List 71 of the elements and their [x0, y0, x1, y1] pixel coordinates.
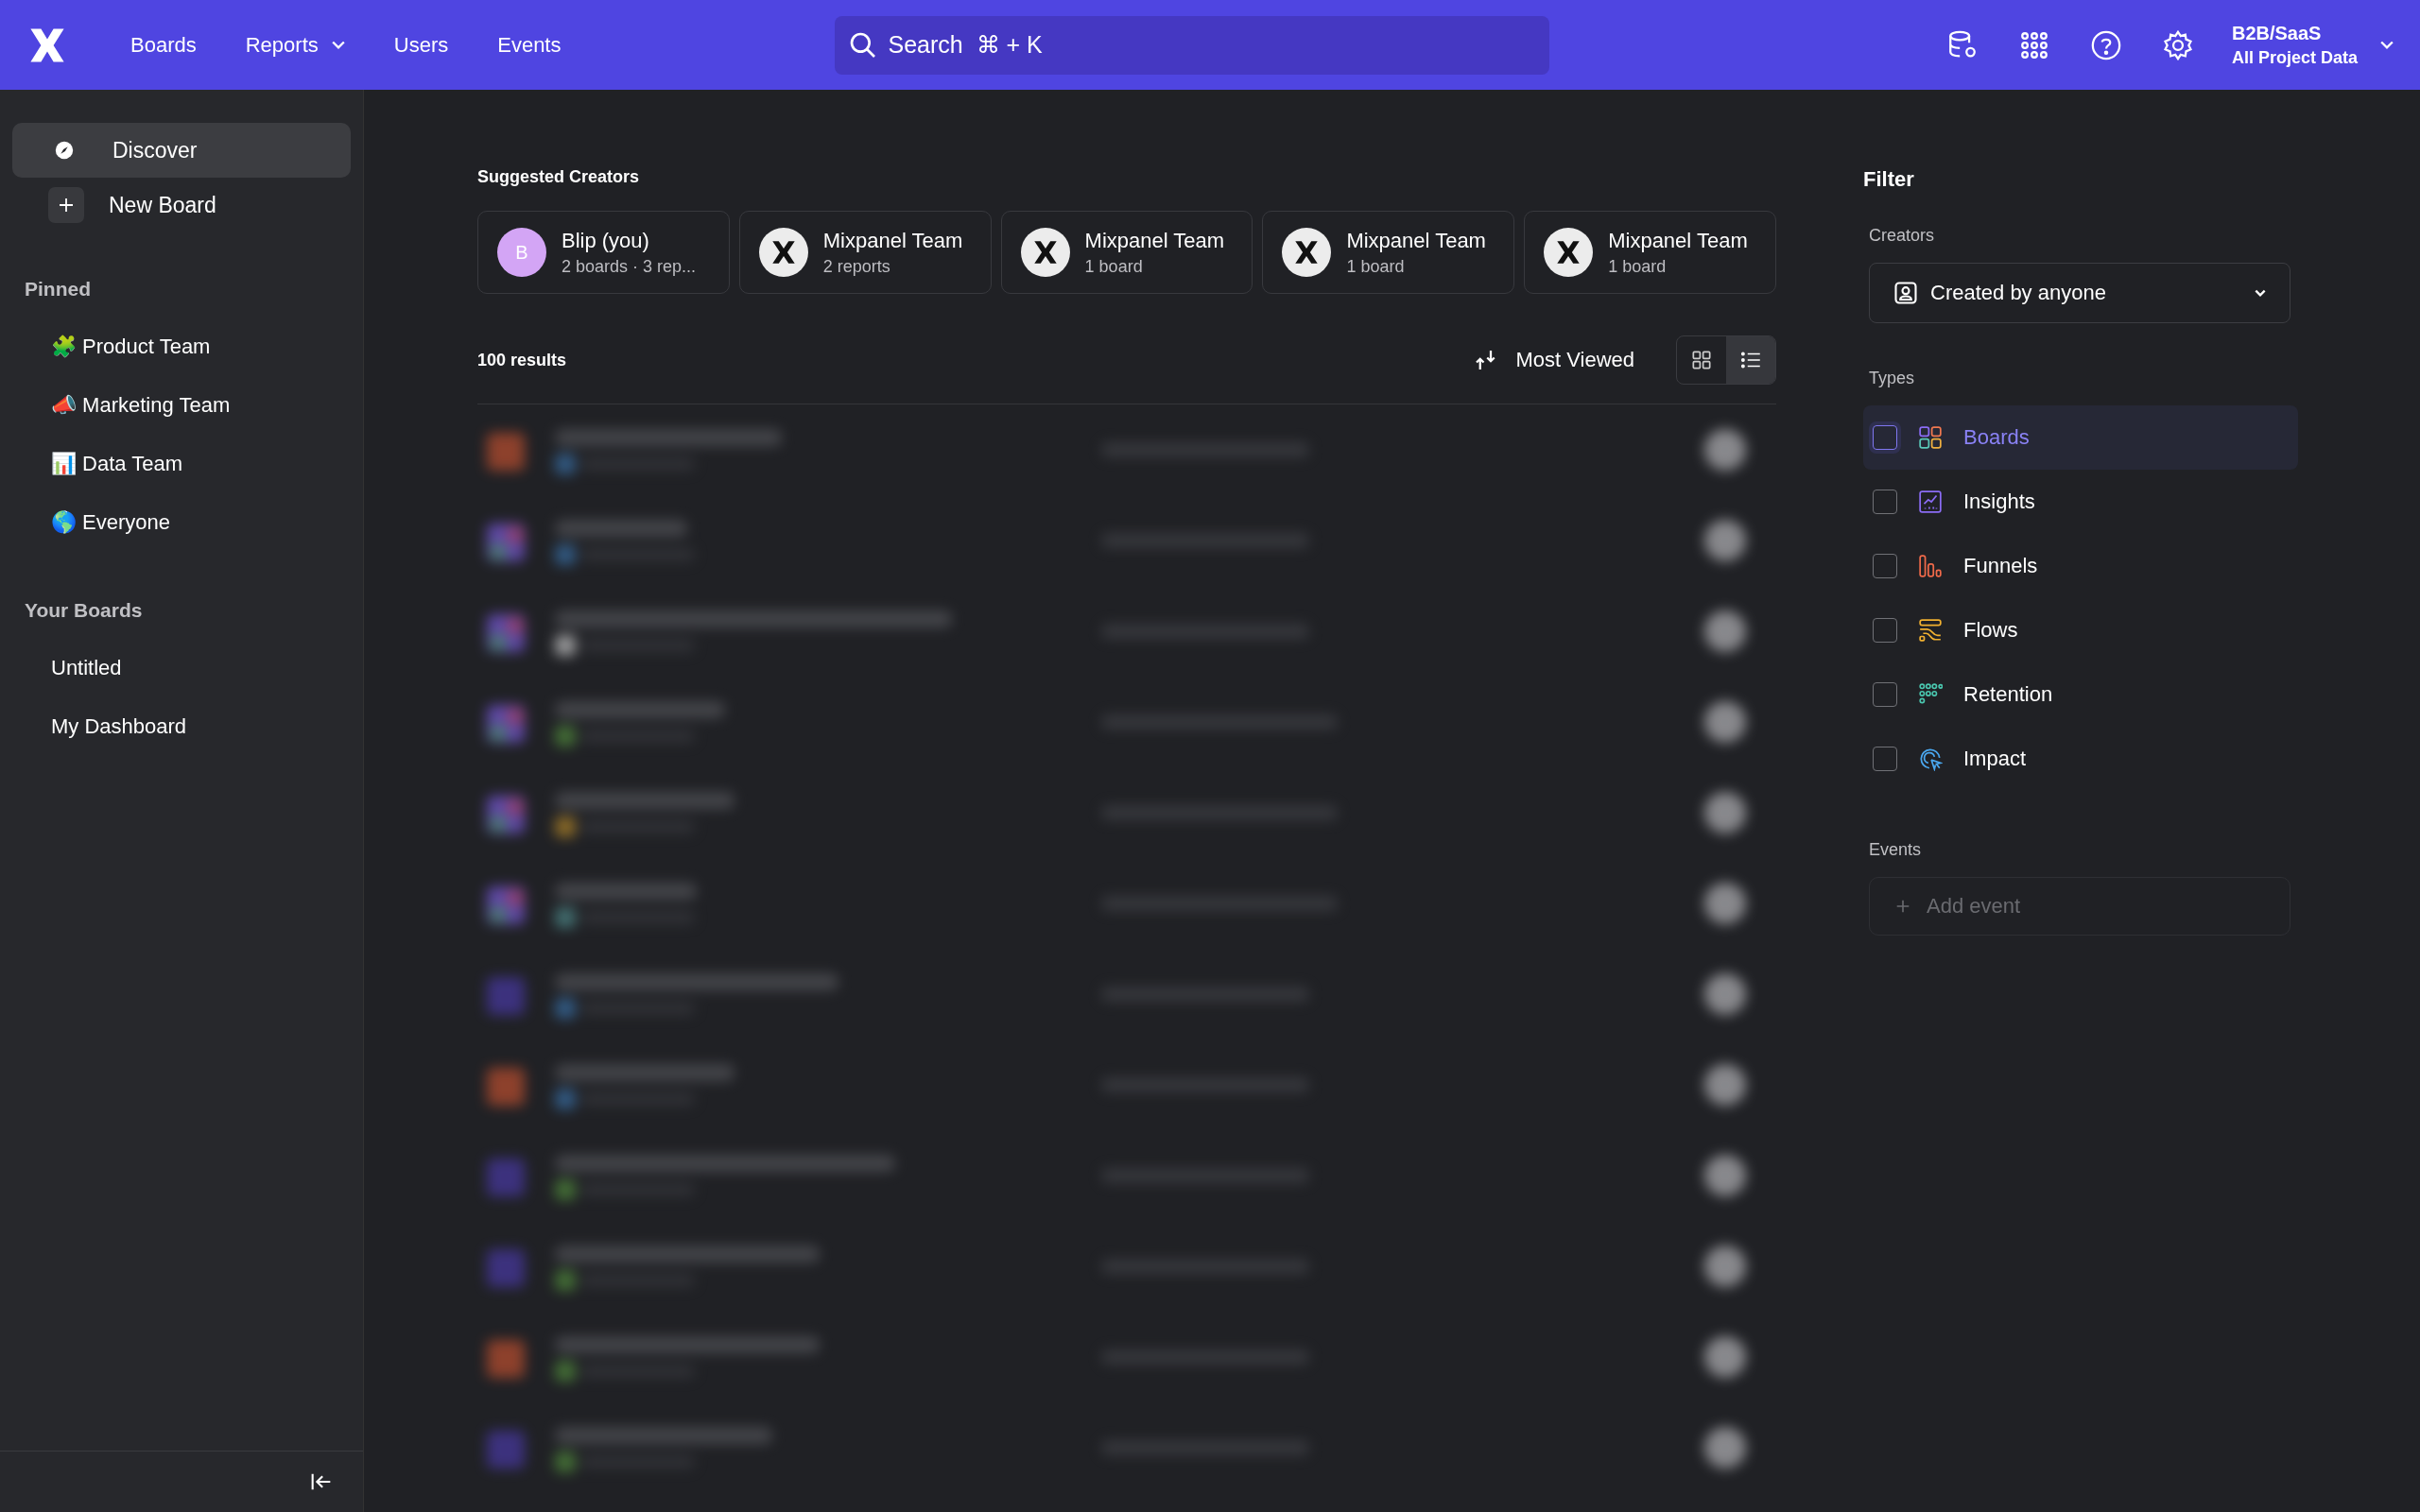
creator-card[interactable]: B Blip (you) 2 boards · 3 rep... [477, 211, 730, 294]
target-cursor-icon [1918, 747, 1943, 771]
sidebar-item[interactable]: 🧩 Product Team [12, 323, 351, 370]
type-option[interactable]: Insights [1863, 470, 2298, 534]
creator-name: Mixpanel Team [822, 228, 963, 253]
person-icon [1893, 280, 1919, 306]
creators-dropdown[interactable]: Created by anyone [1869, 263, 2290, 323]
field-label: Creators [1868, 226, 1936, 246]
logo-icon [1282, 228, 1332, 277]
field-label: Events [1868, 840, 1923, 860]
type-option[interactable]: Impact [1863, 727, 2298, 791]
nav-link[interactable]: Users [369, 32, 474, 58]
creator-card[interactable]: Mixpanel Team 1 board [1000, 211, 1253, 294]
logo-icon [758, 228, 808, 277]
avatar: B [497, 228, 546, 277]
compass-icon [54, 140, 75, 161]
creator-detail: 1 board [1084, 256, 1144, 277]
type-option[interactable]: Funnels [1863, 534, 2298, 598]
sidebar-item[interactable]: Discover [12, 123, 351, 178]
section-heading: Pinned [24, 277, 92, 301]
type-option[interactable]: Flows [1863, 598, 2298, 662]
type-option[interactable]: Retention [1863, 662, 2298, 727]
creator-detail: 1 board [1346, 256, 1406, 277]
creator-name: Mixpanel Team [1608, 228, 1748, 253]
search-field[interactable]: Search ⌘ + K [835, 15, 1550, 75]
creator-card[interactable]: Mixpanel Team 2 reports [738, 211, 992, 294]
panel-title: Filter [1863, 167, 1915, 192]
checkbox[interactable] [1873, 747, 1897, 771]
type-option[interactable]: Boards [1863, 405, 2298, 470]
bar-chart-icon [1918, 554, 1943, 578]
checkbox[interactable] [1873, 682, 1897, 707]
settings-icon[interactable] [2161, 28, 2194, 61]
plus-icon [1894, 898, 1911, 915]
logo-icon [1020, 228, 1070, 277]
sidebar-item[interactable]: 📣 Marketing Team [12, 382, 351, 429]
nav-link[interactable]: Reports [220, 32, 370, 58]
project-switcher[interactable]: B2B/SaaS All Project Data [2231, 22, 2394, 68]
creator-card[interactable]: Mixpanel Team 1 board [1262, 211, 1515, 294]
field-label: Types [1868, 369, 1916, 388]
creator-name: Blip (you) [562, 228, 650, 253]
sidebar-item[interactable]: 📊 Data Team [12, 440, 351, 488]
flow-icon [1918, 618, 1943, 643]
creator-detail: 2 reports [822, 256, 891, 277]
sidebar-item[interactable]: New Board [12, 178, 351, 232]
grid-icon [1918, 425, 1943, 450]
line-chart-icon [1918, 490, 1943, 514]
list-view-button[interactable] [1726, 336, 1775, 384]
creator-detail: 2 boards · 3 rep... [562, 256, 697, 277]
section-heading: Suggested Creators [477, 167, 641, 187]
logo-icon [1544, 228, 1594, 277]
caret-icon [331, 40, 345, 50]
sort-button[interactable]: Most Viewed [1472, 346, 1634, 374]
creator-detail: 1 board [1608, 256, 1668, 277]
results-count: 100 results [477, 350, 567, 370]
sidebar-item[interactable]: 🌎 Everyone [12, 499, 351, 546]
creator-name: Mixpanel Team [1084, 228, 1225, 253]
sidebar-item[interactable]: Untitled [12, 644, 351, 692]
checkbox[interactable] [1873, 490, 1897, 514]
plus-icon [48, 187, 84, 223]
creator-name: Mixpanel Team [1346, 228, 1486, 253]
grid-icon [1689, 348, 1714, 372]
help-icon[interactable] [2089, 28, 2122, 61]
section-heading: Your Boards [24, 598, 144, 623]
checkbox[interactable] [1873, 618, 1897, 643]
nav-link[interactable]: Events [473, 32, 586, 58]
caret-icon [2254, 288, 2267, 298]
creator-card[interactable]: Mixpanel Team 1 board [1524, 211, 1776, 294]
sidebar-item[interactable]: My Dashboard [12, 703, 351, 750]
checkbox[interactable] [1873, 554, 1897, 578]
nav-link[interactable]: Boards [106, 32, 221, 58]
caret-icon [2380, 40, 2394, 50]
